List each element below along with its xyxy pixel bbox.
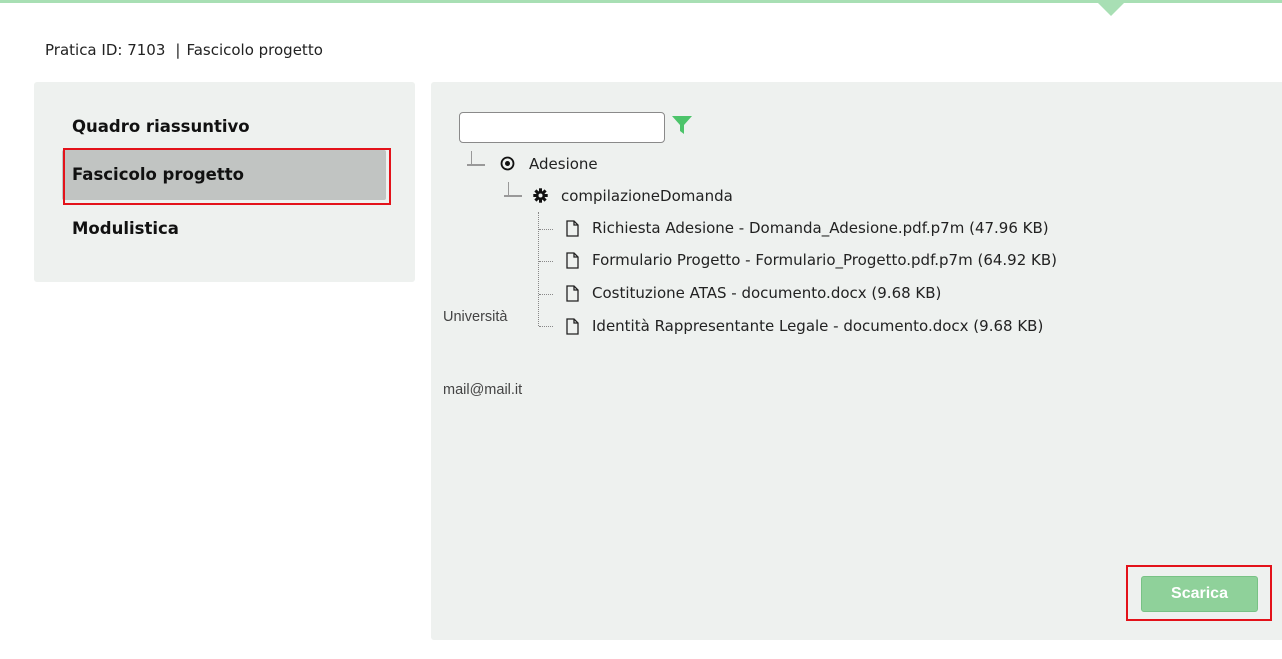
top-notch-indicator <box>1098 3 1124 16</box>
tree-connector <box>539 261 553 262</box>
file-item-richiesta-adesione[interactable]: Richiesta Adesione - Domanda_Adesione.pd… <box>592 219 1049 237</box>
sidebar-item-label: Modulistica <box>72 219 179 238</box>
tree-filter-input[interactable] <box>459 112 665 143</box>
file-item-formulario-progetto[interactable]: Formulario Progetto - Formulario_Progett… <box>592 251 1057 269</box>
sidebar-item-modulistica[interactable]: Modulistica <box>62 204 386 254</box>
sidebar-item-fascicolo-progetto[interactable]: Fascicolo progetto <box>62 150 386 200</box>
breadcrumb-section: Fascicolo progetto <box>186 41 323 59</box>
sidebar-item-quadro-riassuntivo[interactable]: Quadro riassuntivo <box>62 102 386 152</box>
sidebar-item-label: Fascicolo progetto <box>72 165 244 184</box>
tree-node-compilazione-domanda[interactable]: compilazioneDomanda <box>561 187 733 205</box>
file-icon <box>566 220 579 237</box>
email-label: mail@mail.it <box>443 382 523 398</box>
filter-icon[interactable] <box>671 114 693 136</box>
breadcrumb-pratica-id: Pratica ID: 7103 <box>45 41 166 59</box>
universita-label: Università <box>443 309 508 325</box>
tree-connector <box>504 195 522 197</box>
tree-connector <box>508 182 509 196</box>
gear-icon <box>533 188 548 203</box>
breadcrumb: Pratica ID: 7103 | Fascicolo progetto <box>45 41 323 59</box>
file-icon <box>566 285 579 302</box>
tree-connector <box>539 326 553 327</box>
sidebar-item-label: Quadro riassuntivo <box>72 117 250 136</box>
tree-connector <box>467 164 485 166</box>
file-item-identita-rappresentante[interactable]: Identità Rappresentante Legale - documen… <box>592 317 1043 335</box>
top-accent-line <box>0 0 1282 3</box>
tree-connector <box>471 151 472 165</box>
file-item-costituzione-atas[interactable]: Costituzione ATAS - documento.docx (9.68… <box>592 284 941 302</box>
radio-target-icon <box>500 156 515 171</box>
tree-node-adesione[interactable]: Adesione <box>529 155 598 173</box>
breadcrumb-separator: | <box>175 41 181 59</box>
file-icon <box>566 252 579 269</box>
tree-connector <box>539 294 553 295</box>
file-icon <box>566 318 579 335</box>
tree-connector <box>539 229 553 230</box>
download-button[interactable]: Scarica <box>1141 576 1258 612</box>
